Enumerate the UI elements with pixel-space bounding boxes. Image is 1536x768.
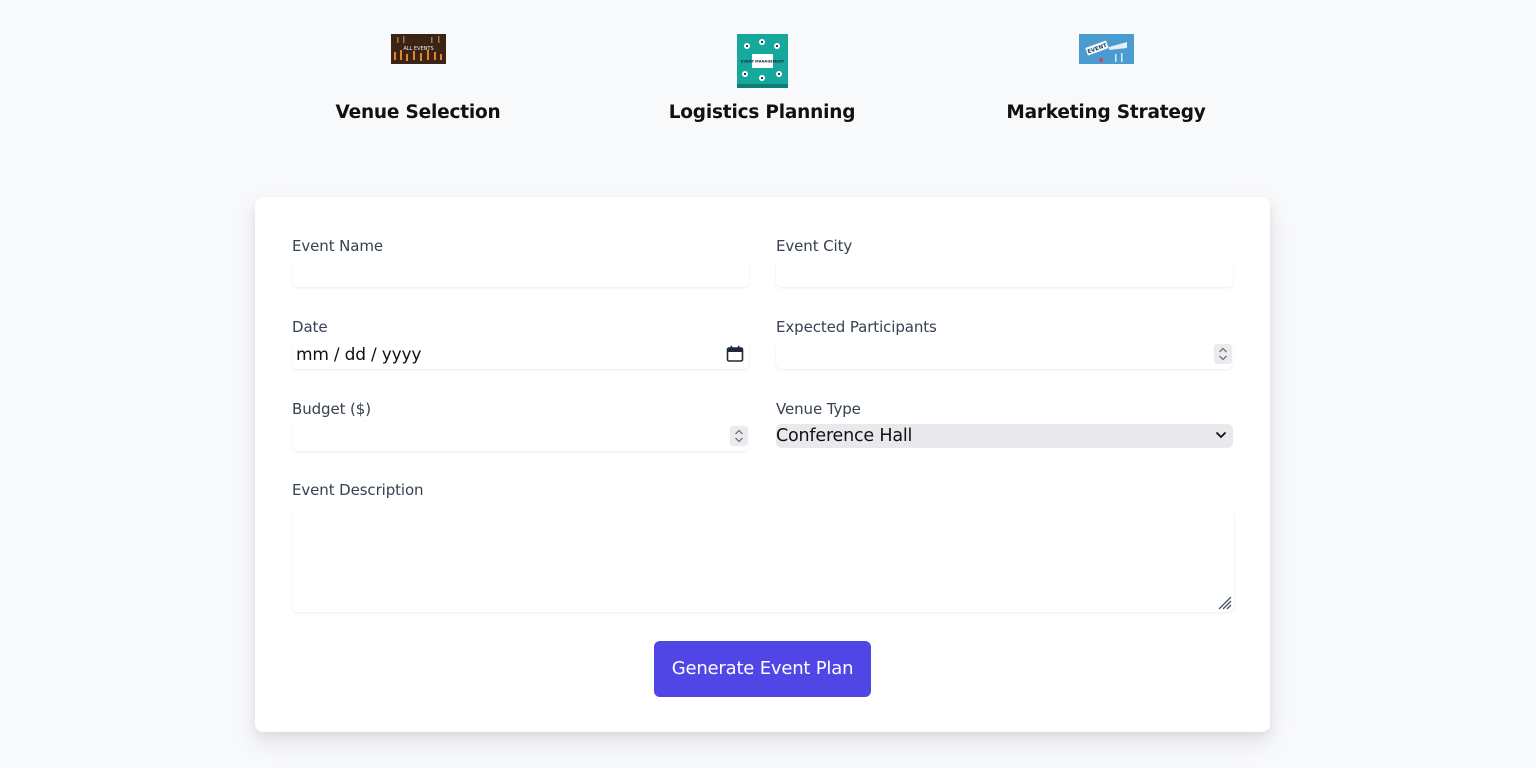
- event-city-field: Event City: [776, 237, 1233, 287]
- number-spinner[interactable]: [730, 426, 748, 446]
- feature-title: Venue Selection: [335, 102, 501, 123]
- expected-participants-label: Expected Participants: [776, 318, 937, 336]
- expected-participants-input[interactable]: [776, 340, 1233, 369]
- chevron-down-icon: [1215, 431, 1227, 439]
- date-input[interactable]: mm / dd / yyyy: [292, 340, 749, 369]
- event-promotion-illustration: EVENT: [1078, 34, 1134, 64]
- feature-marketing-strategy: EVENT Marketing Strategy: [956, 34, 1256, 123]
- generate-event-plan-button[interactable]: Generate Event Plan: [654, 641, 871, 697]
- event-management-caption: EVENT MANAGEMENT: [740, 60, 784, 64]
- event-name-input[interactable]: [292, 258, 749, 287]
- date-field: Date mm / dd / yyyy: [292, 318, 749, 370]
- event-description-textarea[interactable]: [292, 508, 1234, 612]
- feature-title: Marketing Strategy: [1006, 102, 1206, 123]
- budget-field: Budget ($): [292, 400, 749, 452]
- date-placeholder: mm / dd / yyyy: [296, 345, 422, 365]
- date-label: Date: [292, 318, 328, 336]
- all-events-caption: ALL EVENTS: [403, 46, 433, 52]
- spinner-arrows-icon: [735, 429, 743, 443]
- all-events-photo: ALL EVENTS: [390, 34, 446, 64]
- calendar-icon[interactable]: [726, 345, 744, 363]
- event-description-label: Event Description: [292, 481, 424, 499]
- event-management-illustration: EVENT MANAGEMENT: [736, 34, 788, 88]
- event-description-field: Event Description: [292, 481, 1234, 613]
- feature-title: Logistics Planning: [668, 102, 856, 123]
- venue-type-label: Venue Type: [776, 400, 861, 418]
- event-form-card: Event Name Event City Date mm / dd / yyy…: [255, 197, 1270, 732]
- resize-handle-icon[interactable]: [1216, 594, 1232, 610]
- feature-row: ALL EVENTS Venue Selection EVENT MANAGEM…: [0, 34, 1536, 134]
- event-city-input[interactable]: [776, 258, 1233, 287]
- event-name-label: Event Name: [292, 237, 383, 255]
- spinner-arrows-icon: [1219, 347, 1227, 361]
- event-city-label: Event City: [776, 237, 853, 255]
- venue-type-field: Venue Type Conference Hall: [776, 400, 1233, 452]
- venue-type-select[interactable]: Conference Hall: [776, 424, 1233, 448]
- feature-logistics-planning: EVENT MANAGEMENT Logistics Planning: [612, 34, 912, 123]
- budget-input[interactable]: [292, 422, 749, 451]
- venue-type-selected: Conference Hall: [776, 426, 913, 446]
- feature-venue-selection: ALL EVENTS Venue Selection: [268, 34, 568, 123]
- expected-participants-field: Expected Participants: [776, 318, 1233, 370]
- event-name-field: Event Name: [292, 237, 749, 287]
- budget-label: Budget ($): [292, 400, 371, 418]
- number-spinner[interactable]: [1214, 344, 1232, 364]
